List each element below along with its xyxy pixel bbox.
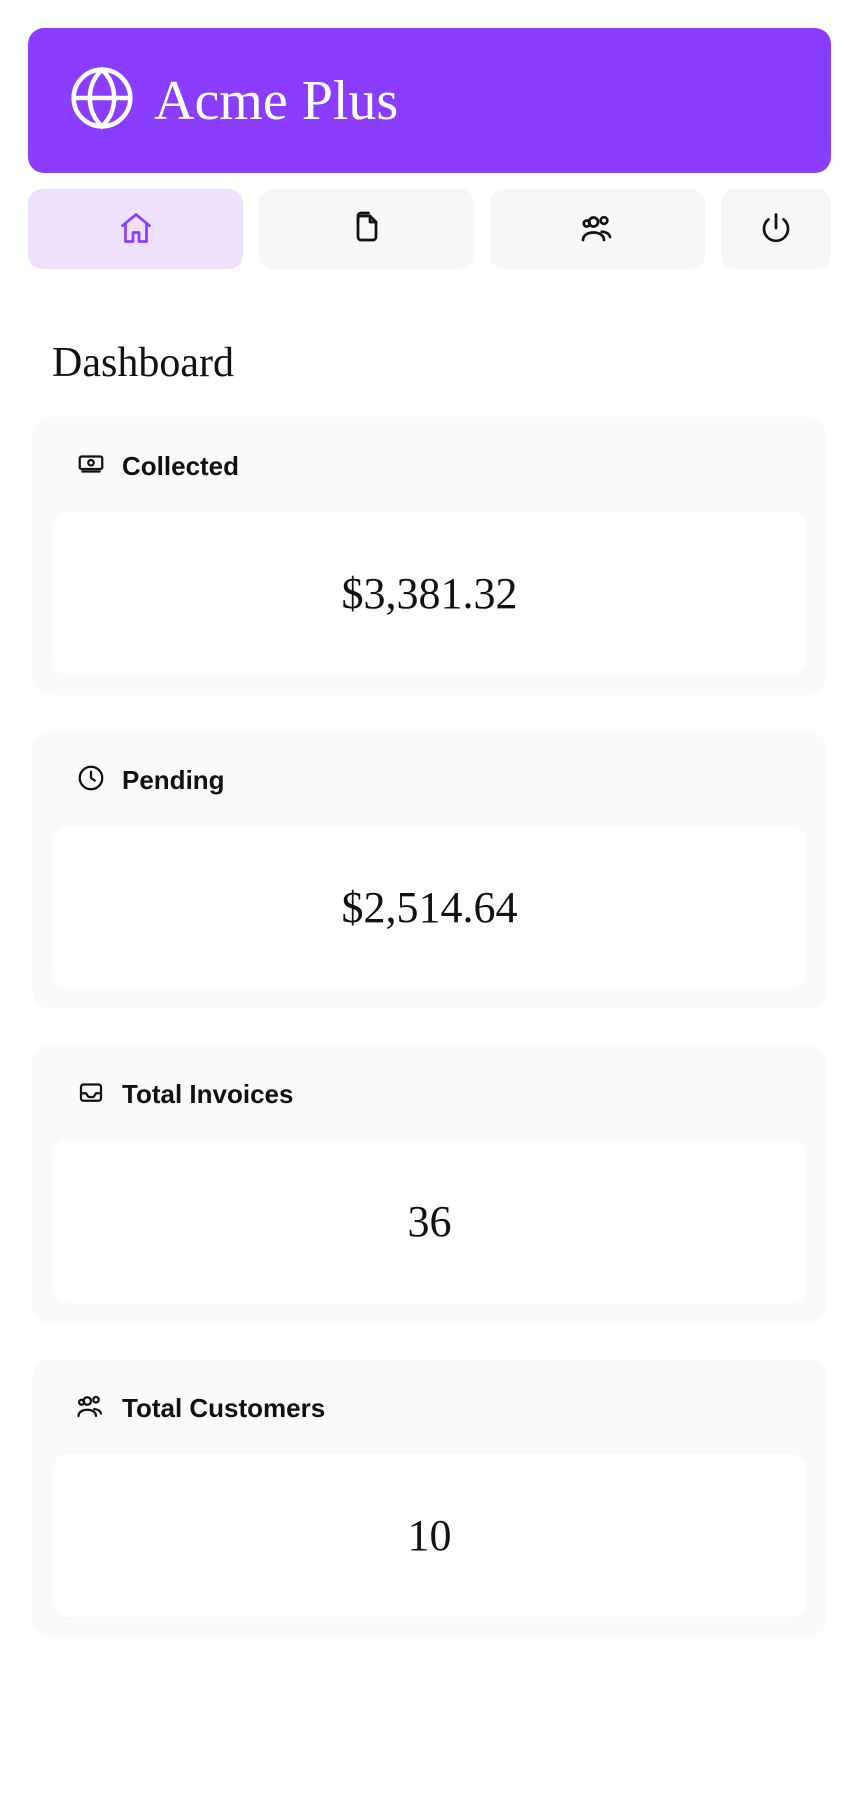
nav-documents[interactable]: [259, 189, 474, 269]
card-header: Total Invoices: [52, 1077, 807, 1112]
globe-icon: [68, 64, 136, 137]
brand-title: Acme Plus: [154, 69, 398, 133]
top-nav: [28, 189, 831, 269]
banknotes-icon: [76, 449, 106, 484]
power-icon: [758, 210, 794, 249]
documents-icon: [349, 210, 385, 249]
brand-banner: Acme Plus: [28, 28, 831, 173]
card-value-box: 10: [52, 1454, 807, 1617]
card-value-box: $2,514.64: [52, 826, 807, 989]
card-value: 10: [408, 1511, 452, 1560]
card-pending: Pending $2,514.64: [32, 731, 827, 1009]
card-label: Pending: [122, 765, 225, 796]
card-header: Total Customers: [52, 1391, 807, 1426]
card-value: 36: [408, 1197, 452, 1246]
nav-customers[interactable]: [490, 189, 705, 269]
page-title: Dashboard: [52, 339, 831, 387]
card-label: Total Invoices: [122, 1079, 293, 1110]
card-value: $2,514.64: [342, 883, 518, 932]
nav-home[interactable]: [28, 189, 243, 269]
inbox-icon: [76, 1077, 106, 1112]
card-total-customers: Total Customers 10: [32, 1359, 827, 1637]
card-header: Collected: [52, 449, 807, 484]
nav-power[interactable]: [721, 189, 831, 269]
card-label: Collected: [122, 451, 239, 482]
cards-container: Collected $3,381.32 Pending $2,514.64: [28, 417, 831, 1637]
home-icon: [118, 210, 154, 249]
card-value-box: 36: [52, 1140, 807, 1303]
card-collected: Collected $3,381.32: [32, 417, 827, 695]
card-value: $3,381.32: [342, 569, 518, 618]
card-value-box: $3,381.32: [52, 512, 807, 675]
users-icon: [580, 210, 616, 249]
card-header: Pending: [52, 763, 807, 798]
card-label: Total Customers: [122, 1393, 325, 1424]
card-total-invoices: Total Invoices 36: [32, 1045, 827, 1323]
clock-icon: [76, 763, 106, 798]
users-icon: [76, 1391, 106, 1426]
